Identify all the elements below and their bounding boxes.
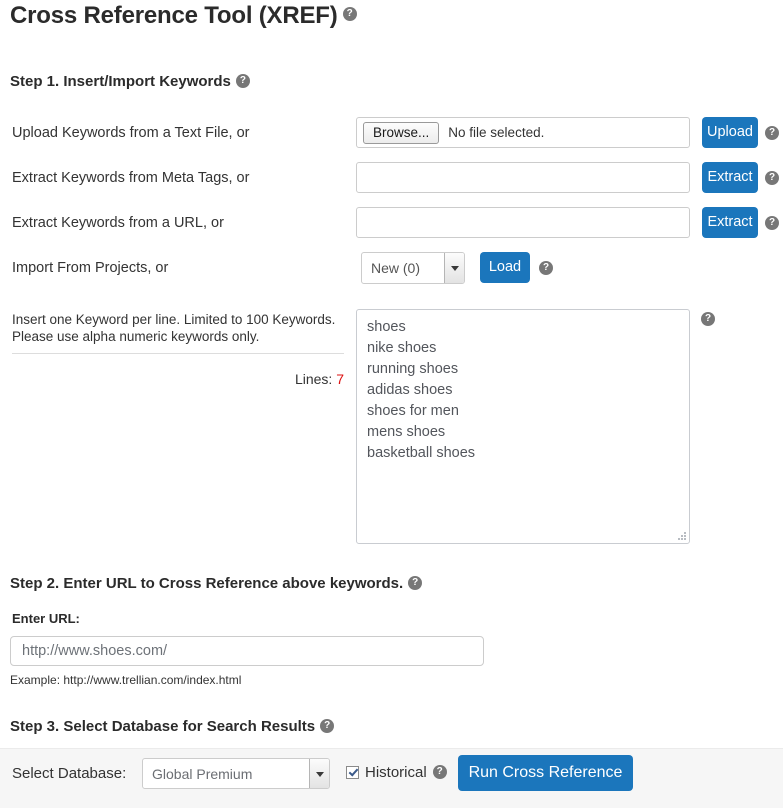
extract-from-url-label: Extract Keywords from a URL, or	[12, 215, 224, 231]
help-icon-keywords[interactable]: ?	[701, 312, 715, 326]
keywords-hint: Insert one Keyword per line. Limited to …	[12, 311, 347, 345]
upload-keywords-label: Upload Keywords from a Text File, or	[12, 125, 250, 141]
file-upload-input[interactable]: Browse... No file selected.	[356, 117, 690, 148]
file-selected-status: No file selected.	[448, 125, 545, 140]
divider	[12, 353, 344, 354]
help-icon-historical[interactable]: ?	[432, 764, 447, 779]
extract-url-input[interactable]	[356, 207, 690, 238]
step3-heading: Step 3. Select Database for Search Resul…	[10, 718, 335, 735]
chevron-down-icon[interactable]	[444, 253, 464, 283]
keywords-hint-line2: Please use alpha numeric keywords only.	[12, 329, 260, 344]
url-example-text: Example: http://www.trellian.com/index.h…	[10, 673, 242, 687]
import-from-projects-label: Import From Projects, or	[12, 260, 169, 276]
lines-counter: Lines: 7	[12, 371, 344, 387]
chevron-down-icon[interactable]	[309, 759, 329, 788]
step2-heading: Step 2. Enter URL to Cross Reference abo…	[10, 575, 423, 592]
run-cross-reference-button[interactable]: Run Cross Reference	[458, 755, 633, 791]
help-icon-upload[interactable]: ?	[765, 126, 779, 140]
help-icon-step1[interactable]: ?	[235, 74, 250, 89]
lines-counter-value: 7	[336, 371, 344, 387]
page-title-text: Cross Reference Tool (XREF)	[10, 2, 338, 29]
extract-meta-tags-label: Extract Keywords from Meta Tags, or	[12, 170, 250, 186]
database-select[interactable]: Global Premium	[142, 758, 330, 789]
help-icon-step2[interactable]: ?	[408, 576, 423, 591]
xref-tool-page: Cross Reference Tool (XREF)? Step 1. Ins…	[0, 0, 783, 808]
page-title: Cross Reference Tool (XREF)?	[10, 2, 357, 30]
keywords-textarea[interactable]: shoes nike shoes running shoes adidas sh…	[356, 309, 690, 544]
step2-heading-text: Step 2. Enter URL to Cross Reference abo…	[10, 575, 404, 592]
help-icon-step3[interactable]: ?	[320, 719, 335, 734]
extract-meta-button[interactable]: Extract	[702, 162, 758, 193]
meta-tags-input[interactable]	[356, 162, 690, 193]
historical-checkbox-group[interactable]: Historical ?	[346, 764, 447, 781]
keywords-hint-line1: Insert one Keyword per line. Limited to …	[12, 312, 336, 327]
database-select-value: Global Premium	[152, 765, 253, 782]
project-select-value: New (0)	[371, 260, 421, 276]
enter-url-label: Enter URL:	[12, 611, 80, 626]
step3-heading-text: Step 3. Select Database for Search Resul…	[10, 718, 316, 735]
enter-url-input[interactable]: http://www.shoes.com/	[10, 636, 484, 666]
select-database-label: Select Database:	[12, 765, 127, 782]
help-icon-extract-meta[interactable]: ?	[765, 171, 779, 185]
extract-url-button[interactable]: Extract	[702, 207, 758, 238]
historical-checkbox[interactable]	[346, 766, 359, 779]
project-select[interactable]: New (0)	[361, 252, 465, 284]
lines-counter-label: Lines:	[294, 371, 333, 387]
resize-grip-icon[interactable]	[678, 532, 687, 541]
step1-heading: Step 1. Insert/Import Keywords?	[10, 73, 250, 90]
upload-button[interactable]: Upload	[702, 117, 758, 148]
historical-label: Historical	[365, 764, 427, 781]
browse-button[interactable]: Browse...	[363, 121, 440, 144]
help-icon-page-title[interactable]: ?	[342, 6, 357, 21]
help-icon-load[interactable]: ?	[539, 261, 553, 275]
step1-heading-text: Step 1. Insert/Import Keywords	[10, 73, 231, 90]
load-button[interactable]: Load	[480, 252, 530, 283]
help-icon-extract-url[interactable]: ?	[765, 216, 779, 230]
